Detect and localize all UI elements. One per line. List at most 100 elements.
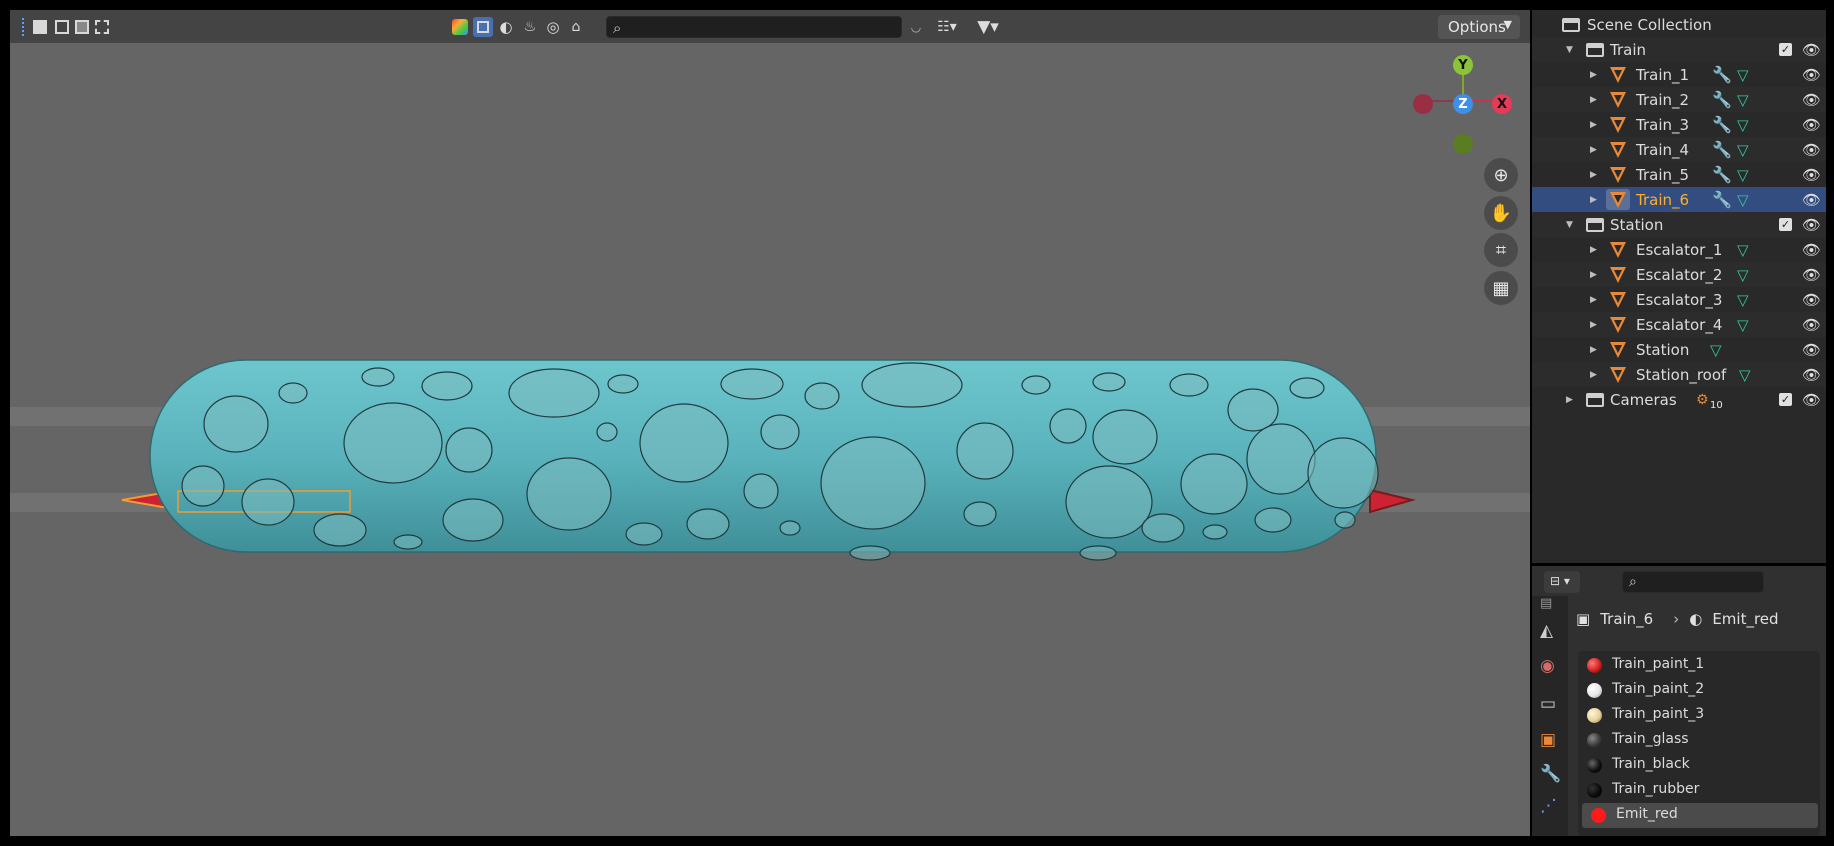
eye-icon[interactable]: 👁 [1802, 391, 1821, 409]
mesh-data-icon[interactable]: ▽ [1737, 91, 1749, 109]
grid-toggle-icon[interactable]: ▦ [1484, 271, 1518, 305]
outliner-row-object[interactable]: ▶ Station ▽ 👁 [1532, 337, 1826, 362]
collection-tab-icon[interactable]: ▭ [1540, 694, 1556, 714]
particles-tab-icon[interactable]: ⋰ [1540, 796, 1557, 816]
mesh-data-icon[interactable]: ▽ [1737, 291, 1749, 309]
eye-icon[interactable]: 👁 [1802, 241, 1821, 259]
eye-icon[interactable]: 👁 [1802, 341, 1821, 359]
outliner-row-object[interactable]: ▶ Escalator_3 ▽ 👁 [1532, 287, 1826, 312]
mesh-data-icon[interactable]: ▽ [1739, 366, 1751, 384]
eye-icon[interactable]: 👁 [1802, 216, 1821, 234]
expand-triangle-icon[interactable]: ▶ [1590, 70, 1597, 80]
material-slot[interactable]: Train_paint_3 [1578, 703, 1814, 728]
mesh-data-icon[interactable]: ▽ [1737, 166, 1749, 184]
expand-triangle-icon[interactable]: ▶ [1590, 270, 1597, 280]
expand-triangle-icon[interactable]: ▼ [1566, 45, 1573, 55]
outliner-row-object[interactable]: ▶ Escalator_1 ▽ 👁 [1532, 237, 1826, 262]
eye-icon[interactable]: 👁 [1802, 316, 1821, 334]
eye-icon[interactable]: 👁 [1802, 141, 1821, 159]
hand-pan-icon[interactable]: ✋ [1484, 196, 1518, 230]
material-slot[interactable]: Train_paint_1 [1578, 653, 1814, 678]
expand-triangle-icon[interactable]: ▶ [1590, 120, 1597, 130]
eye-icon[interactable]: 👁 [1802, 291, 1821, 309]
exclude-checkbox[interactable]: ✓ [1779, 218, 1792, 231]
scene-tab-icon[interactable]: ◭ [1540, 621, 1553, 641]
exclude-checkbox[interactable]: ✓ [1779, 43, 1792, 56]
expand-triangle-icon[interactable]: ▶ [1566, 395, 1573, 405]
eye-icon[interactable]: 👁 [1802, 41, 1821, 59]
eye-icon[interactable]: 👁 [1802, 166, 1821, 184]
expand-triangle-icon[interactable]: ▶ [1590, 370, 1597, 380]
outliner-row-object[interactable]: ▶ Train_5 🔧 ▽ 👁 [1532, 162, 1826, 187]
outliner-row-object[interactable]: ▶ Escalator_2 ▽ 👁 [1532, 262, 1826, 287]
gizmo-z-axis[interactable]: Z [1453, 94, 1473, 114]
outliner-row-object[interactable]: ▶ Train_4 🔧 ▽ 👁 [1532, 137, 1826, 162]
gizmo-neg-x-axis[interactable] [1413, 94, 1433, 114]
properties-search-input[interactable]: ⌕ [1622, 571, 1764, 593]
train-model[interactable] [10, 10, 1530, 836]
outliner-row-collection-station[interactable]: ▼ Station ✓ 👁 [1532, 212, 1826, 237]
camera-view-icon[interactable]: ⌗ [1484, 233, 1518, 267]
outliner-row-object[interactable]: ▶ Train_2 🔧 ▽ 👁 [1532, 87, 1826, 112]
outliner-row-object-selected[interactable]: ▶ Train_6 🔧 ▽ 👁 [1532, 187, 1826, 212]
material-slot-active[interactable]: Emit_red [1582, 803, 1818, 828]
outliner-row-object[interactable]: ▶ Train_1 🔧 ▽ 👁 [1532, 62, 1826, 87]
expand-triangle-icon[interactable]: ▼ [1566, 220, 1573, 230]
eye-icon[interactable]: 👁 [1802, 66, 1821, 84]
outliner-row-object[interactable]: ▶ Train_3 🔧 ▽ 👁 [1532, 112, 1826, 137]
gizmo-neg-y-axis[interactable] [1453, 134, 1473, 154]
gizmo-y-axis[interactable]: Y [1453, 55, 1473, 75]
material-slot[interactable]: Train_glass [1578, 728, 1814, 753]
material-label: Train_rubber [1612, 781, 1700, 797]
mesh-data-icon[interactable]: ▽ [1737, 266, 1749, 284]
expand-triangle-icon[interactable]: ▶ [1590, 95, 1597, 105]
camera-icon[interactable]: ⚙ [1696, 392, 1709, 408]
mesh-data-icon[interactable]: ▽ [1737, 116, 1749, 134]
wrench-icon[interactable]: 🔧 [1712, 165, 1732, 184]
expand-triangle-icon[interactable]: ▶ [1590, 320, 1597, 330]
properties-header: ⊟ ▾ ⌕ [1532, 566, 1826, 596]
material-slot[interactable]: Train_rubber [1578, 778, 1814, 803]
world-tab-icon[interactable]: ◉ [1540, 656, 1555, 676]
eye-icon[interactable]: 👁 [1802, 116, 1821, 134]
material-slot-list: Train_paint_1 Train_paint_2 Train_paint_… [1578, 651, 1820, 836]
exclude-checkbox[interactable]: ✓ [1779, 393, 1792, 406]
tool-tab-icon[interactable]: ▤ [1540, 596, 1552, 611]
eye-icon[interactable]: 👁 [1802, 366, 1821, 384]
material-slot[interactable]: Train_black [1578, 753, 1814, 778]
expand-triangle-icon[interactable]: ▶ [1590, 195, 1597, 205]
outliner-row-scene-collection[interactable]: Scene Collection [1532, 12, 1826, 37]
wrench-icon[interactable]: 🔧 [1712, 65, 1732, 84]
eye-icon[interactable]: 👁 [1802, 191, 1821, 209]
mesh-data-icon[interactable]: ▽ [1737, 191, 1749, 209]
expand-triangle-icon[interactable]: ▶ [1590, 345, 1597, 355]
material-label: Train_paint_3 [1612, 706, 1705, 722]
gizmo-x-axis[interactable]: X [1492, 94, 1512, 114]
outliner-row-object[interactable]: ▶ Station_roof ▽ 👁 [1532, 362, 1826, 387]
wrench-icon[interactable]: 🔧 [1712, 115, 1732, 134]
zoom-icon[interactable]: ⊕ [1484, 158, 1518, 192]
outliner-row-collection-cameras[interactable]: ▶ Cameras ⚙ 10 ✓ 👁 [1532, 387, 1826, 412]
mesh-data-icon[interactable]: ▽ [1710, 341, 1722, 359]
expand-triangle-icon[interactable]: ▶ [1590, 145, 1597, 155]
object-tab-icon[interactable]: ▣ [1540, 730, 1556, 750]
eye-icon[interactable]: 👁 [1802, 266, 1821, 284]
navigation-gizmo[interactable]: Y Z X [1408, 52, 1518, 154]
3d-viewport[interactable]: ◐ ♨ ◎ ⌂ ⌕ ◡ ☷▾ ▼▾ Options ▼ Y Z X ⊕ ✋ ⌗ … [10, 10, 1530, 836]
wrench-icon[interactable]: 🔧 [1712, 90, 1732, 109]
expand-triangle-icon[interactable]: ▶ [1590, 170, 1597, 180]
editor-type-dropdown[interactable]: ⊟ ▾ [1544, 571, 1580, 593]
mesh-data-icon[interactable]: ▽ [1737, 316, 1749, 334]
wrench-icon[interactable]: 🔧 [1712, 190, 1732, 209]
wrench-icon[interactable]: 🔧 [1712, 140, 1732, 159]
outliner-row-object[interactable]: ▶ Escalator_4 ▽ 👁 [1532, 312, 1826, 337]
mesh-data-icon[interactable]: ▽ [1737, 141, 1749, 159]
expand-triangle-icon[interactable]: ▶ [1590, 295, 1597, 305]
mesh-data-icon[interactable]: ▽ [1737, 241, 1749, 259]
modifier-tab-icon[interactable]: 🔧 [1540, 764, 1561, 784]
mesh-data-icon[interactable]: ▽ [1737, 66, 1749, 84]
material-slot[interactable]: Train_paint_2 [1578, 678, 1814, 703]
expand-triangle-icon[interactable]: ▶ [1590, 245, 1597, 255]
outliner-row-collection-train[interactable]: ▼ Train ✓ 👁 [1532, 37, 1826, 62]
eye-icon[interactable]: 👁 [1802, 91, 1821, 109]
